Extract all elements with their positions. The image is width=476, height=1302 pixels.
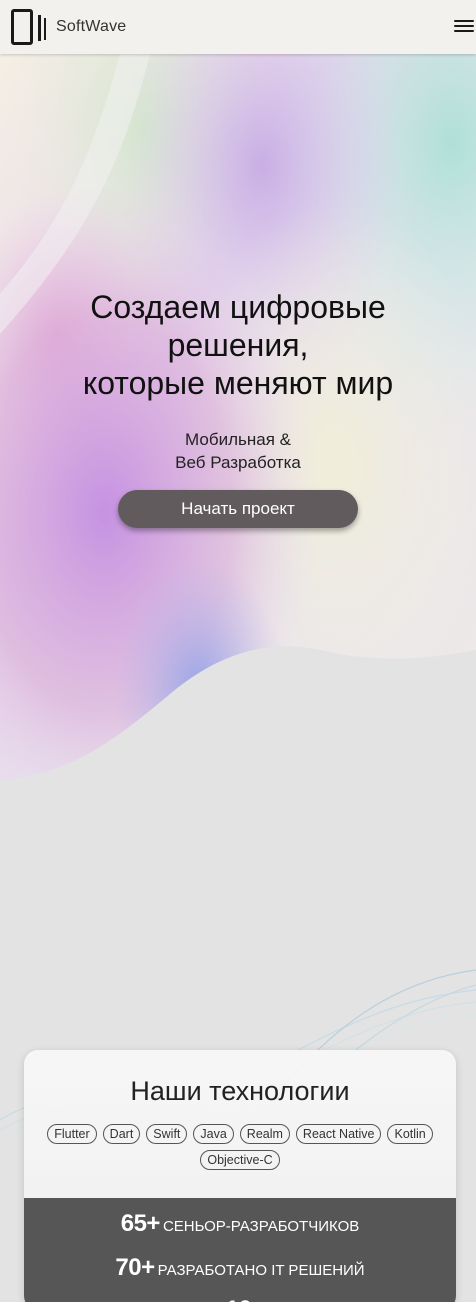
- stat-label: Разработано IT решений: [157, 1262, 365, 1279]
- stat-number: 10: [226, 1296, 252, 1302]
- hamburger-menu-icon[interactable]: [452, 14, 476, 38]
- tech-tag: Dart: [102, 1124, 141, 1144]
- tech-tag: Flutter: [47, 1124, 97, 1144]
- tech-tag: Objective-C: [200, 1150, 280, 1170]
- logo-icon: [10, 8, 52, 46]
- stats-panel: 65+ Сеньор-разработчиков 70+ Разработано…: [24, 1198, 456, 1302]
- stat-item: 70+ Разработано IT решений: [24, 1254, 456, 1282]
- technologies-title: Наши технологии: [130, 1076, 350, 1106]
- logo-text: SoftWave: [56, 18, 127, 35]
- stat-number: 65+: [120, 1210, 161, 1237]
- technologies-card: Наши технологии Flutter Dart Swift Java …: [24, 1050, 456, 1302]
- technology-tags: Flutter Dart Swift Java Realm React Nati…: [38, 1124, 442, 1170]
- stat-label: Сеньор-разработчиков: [162, 1218, 360, 1235]
- tech-tag: Realm: [239, 1124, 290, 1144]
- tech-tag: Swift: [146, 1124, 188, 1144]
- hero-subtitle: Мобильная & Веб Разработка: [175, 430, 301, 472]
- tech-tag: Java: [193, 1124, 234, 1144]
- header: SoftWave: [0, 0, 476, 54]
- start-project-button[interactable]: Начать проект: [118, 490, 358, 528]
- hero-content: Создаем цифровые решения, которые меняют…: [0, 288, 476, 528]
- tech-tag: React Native: [295, 1124, 382, 1144]
- stat-item: 10: [24, 1296, 456, 1302]
- logo[interactable]: SoftWave: [10, 8, 126, 46]
- hero-section: Создаем цифровые решения, которые меняют…: [0, 54, 476, 794]
- stat-item: 65+ Сеньор-разработчиков: [24, 1210, 456, 1238]
- tech-tag: Kotlin: [387, 1124, 433, 1144]
- hero-title: Создаем цифровые решения, которые меняют…: [82, 289, 394, 401]
- stat-number: 70+: [115, 1254, 155, 1281]
